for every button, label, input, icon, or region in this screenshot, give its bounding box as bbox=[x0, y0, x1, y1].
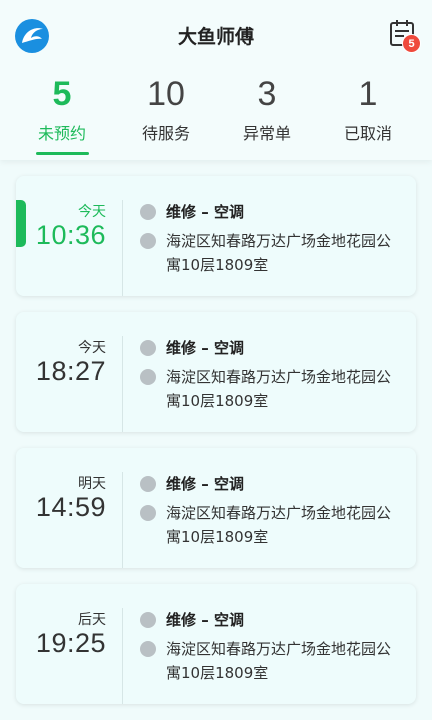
order-time: 10:36 bbox=[35, 220, 106, 250]
notification-badge: 5 bbox=[402, 34, 421, 53]
order-address: 海淀区知春路万达广场金地花园公寓10层1809室 bbox=[166, 640, 392, 682]
tab-label: 异常单 bbox=[242, 124, 291, 143]
status-tabs: 5 未预约 10 待服务 3 异常单 1 已取消 bbox=[0, 70, 432, 160]
order-time: 19:25 bbox=[35, 628, 106, 658]
tab-label: 待服务 bbox=[141, 124, 190, 143]
wrench-icon bbox=[140, 204, 156, 220]
order-day: 明天 bbox=[78, 476, 106, 492]
order-day: 后天 bbox=[78, 612, 106, 628]
tab-pending-service[interactable]: 10 待服务 bbox=[112, 70, 220, 160]
order-day: 今天 bbox=[78, 340, 106, 356]
order-day: 今天 bbox=[78, 204, 106, 220]
order-card[interactable]: 明天 14:59 维修 – 空调 海淀区知春路万达广场金地花园公寓10层1809… bbox=[16, 448, 416, 568]
order-service: 维修 – 空调 bbox=[166, 475, 244, 493]
active-card-indicator bbox=[16, 200, 26, 247]
tab-count: 1 bbox=[358, 75, 378, 113]
order-address: 海淀区知春路万达广场金地花园公寓10层1809室 bbox=[166, 504, 392, 546]
tab-count: 5 bbox=[52, 75, 72, 113]
order-service: 维修 – 空调 bbox=[166, 611, 244, 629]
order-card[interactable]: 今天 18:27 维修 – 空调 海淀区知春路万达广场金地花园公寓10层1809… bbox=[16, 312, 416, 432]
location-icon bbox=[140, 369, 156, 385]
tab-count: 10 bbox=[147, 75, 185, 113]
tab-label: 未预约 bbox=[37, 124, 86, 143]
card-divider bbox=[122, 200, 123, 296]
wrench-icon bbox=[140, 340, 156, 356]
card-divider bbox=[122, 472, 123, 568]
tab-label: 已取消 bbox=[343, 124, 392, 143]
tab-count: 3 bbox=[257, 75, 277, 113]
order-time: 14:59 bbox=[35, 492, 106, 522]
order-address: 海淀区知春路万达广场金地花园公寓10层1809室 bbox=[166, 368, 392, 410]
order-card[interactable]: 今天 10:36 维修 – 空调 海淀区知春路万达广场金地花园公寓10层1809… bbox=[16, 176, 416, 296]
active-tab-indicator bbox=[36, 152, 89, 155]
tab-unscheduled[interactable]: 5 未预约 bbox=[8, 70, 116, 160]
wrench-icon bbox=[140, 476, 156, 492]
card-divider bbox=[122, 336, 123, 432]
order-time: 18:27 bbox=[35, 356, 106, 386]
app-header: 大鱼师傅 5 5 未预约 10 待服务 3 异常单 1 已取消 bbox=[0, 0, 432, 160]
order-service: 维修 – 空调 bbox=[166, 203, 244, 221]
page-title: 大鱼师傅 bbox=[177, 26, 254, 48]
order-card[interactable]: 后天 19:25 维修 – 空调 海淀区知春路万达广场金地花园公寓10层1809… bbox=[16, 584, 416, 704]
location-icon bbox=[140, 233, 156, 249]
order-address: 海淀区知春路万达广场金地花园公寓10层1809室 bbox=[166, 232, 392, 274]
order-service: 维修 – 空调 bbox=[166, 339, 244, 357]
tab-exception[interactable]: 3 异常单 bbox=[213, 70, 321, 160]
card-divider bbox=[122, 608, 123, 704]
tab-cancelled[interactable]: 1 已取消 bbox=[314, 70, 422, 160]
location-icon bbox=[140, 641, 156, 657]
wrench-icon bbox=[140, 612, 156, 628]
location-icon bbox=[140, 505, 156, 521]
